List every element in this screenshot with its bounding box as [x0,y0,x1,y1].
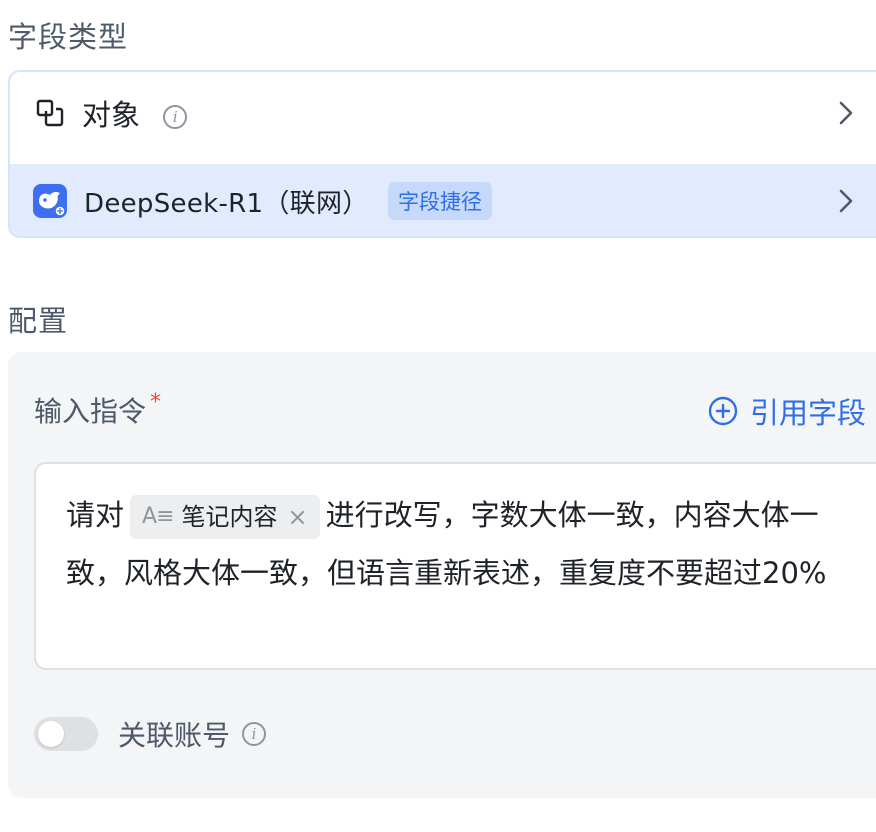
close-icon[interactable]: × [288,495,308,539]
config-card: 输入指令 * 引用字段 请对 A≡ 笔记内容 × 进行改写，字数大体一致，内容大体一致，风… [8,352,876,798]
deepseek-type-option[interactable]: DeepSeek-R1（联网） 字段捷径 [10,164,876,236]
deepseek-type-label: DeepSeek-R1（联网） [84,188,369,219]
info-icon[interactable]: i [242,722,267,746]
object-type-option[interactable]: 对象 i [10,72,876,154]
field-chip-label: 笔记内容 [181,503,278,531]
object-link-icon [32,95,68,131]
instruction-input[interactable]: 请对 A≡ 笔记内容 × 进行改写，字数大体一致，内容大体一致，风格大体一致，但语言重新… [34,462,876,670]
object-type-label: 对象 i [82,92,188,134]
field-config-panel: 字段类型 对象 i DeepSeek-R1（联网） 字段捷径 配置 输入指令 *… [0,0,876,832]
prompt-text-before: 请对 [66,498,125,532]
field-shortcut-tag: 字段捷径 [388,182,492,220]
field-type-title: 字段类型 [8,20,129,54]
linked-account-toggle[interactable] [34,717,98,751]
field-chip[interactable]: A≡ 笔记内容 × [130,495,320,539]
linked-account-label: 关联账号 [118,719,231,752]
required-mark: * [150,390,162,415]
config-title: 配置 [8,304,69,338]
add-circle-icon [708,396,738,426]
chevron-right-icon [839,101,853,125]
reference-field-label: 引用字段 [750,396,867,430]
linked-account-row: 关联账号 i [34,714,267,754]
info-icon[interactable]: i [163,105,188,129]
toggle-knob [38,721,64,747]
input-instruction-label: 输入指令 * [34,390,162,428]
field-type-card: 对象 i DeepSeek-R1（联网） 字段捷径 [8,70,876,238]
text-field-icon: A≡ [142,504,175,529]
chevron-right-icon [839,189,853,213]
deepseek-whale-icon [32,183,68,219]
reference-field-link[interactable]: 引用字段 [708,390,866,432]
